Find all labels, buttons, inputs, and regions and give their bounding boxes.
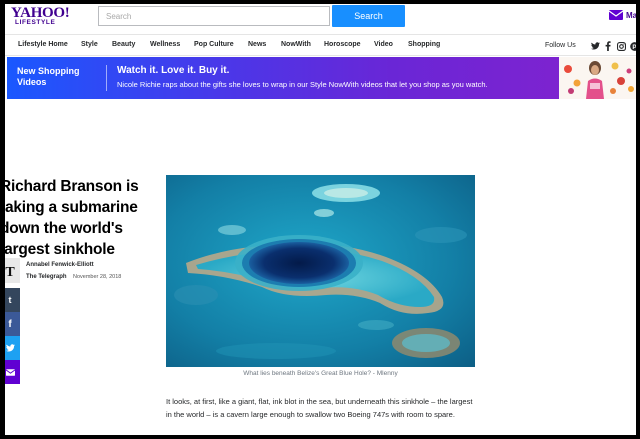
- yahoo-lifestyle-logo[interactable]: YAHOO! LIFESTYLE: [11, 6, 70, 27]
- promo-divider: [106, 65, 107, 91]
- main-nav: Lifestyle Home Style Beauty Wellness Pop…: [5, 34, 636, 56]
- byline: T Annabel Fenwick-Elliott The Telegraph …: [5, 258, 160, 284]
- shopping-videos-promo[interactable]: New Shopping Videos Watch it. Love it. B…: [7, 57, 559, 99]
- nav-item-nowwith[interactable]: NowWith: [281, 41, 311, 48]
- nav-item-horoscope[interactable]: Horoscope: [324, 41, 361, 48]
- search-input[interactable]: [98, 6, 330, 26]
- tumblr-icon: t: [8, 295, 12, 305]
- article-headline: Richard Branson is taking a submarine do…: [5, 178, 139, 258]
- page: YAHOO! LIFESTYLE Search Ma Lifestyle Hom…: [5, 4, 636, 435]
- photo-caption: What lies beneath Belize's Great Blue Ho…: [243, 370, 398, 377]
- mail-icon: [5, 368, 15, 376]
- promo-description: Nicole Richie raps about the gifts she l…: [117, 80, 488, 89]
- facebook-icon: f: [8, 318, 12, 330]
- nav-item-beauty[interactable]: Beauty: [112, 41, 135, 48]
- nav-item-lifestyle-home[interactable]: Lifestyle Home: [18, 41, 68, 48]
- mail-label: Ma: [626, 10, 636, 20]
- promo-label: New Shopping Videos: [17, 66, 80, 87]
- telegraph-logo-icon[interactable]: T: [5, 258, 20, 283]
- share-facebook-button[interactable]: f: [5, 312, 20, 336]
- nav-item-wellness[interactable]: Wellness: [150, 41, 180, 48]
- nav-item-pop-culture[interactable]: Pop Culture: [194, 41, 234, 48]
- twitter-icon: [5, 344, 15, 352]
- share-twitter-button[interactable]: [5, 336, 20, 360]
- nav-item-news[interactable]: News: [248, 41, 266, 48]
- author-name[interactable]: Annabel Fenwick-Elliott: [26, 262, 94, 268]
- promo-headline: Watch it. Love it. Buy it.: [117, 65, 230, 76]
- follow-us-label: Follow Us: [545, 42, 576, 49]
- svg-text:T: T: [5, 265, 15, 279]
- mail-link[interactable]: Ma: [609, 10, 636, 20]
- nav-item-style[interactable]: Style: [81, 41, 98, 48]
- facebook-icon[interactable]: [603, 41, 613, 51]
- article-body: It looks, at first, like a giant, flat, …: [166, 397, 473, 419]
- nav-item-shopping[interactable]: Shopping: [408, 41, 440, 48]
- envelope-icon: [609, 10, 623, 20]
- source-name[interactable]: The Telegraph: [26, 274, 67, 280]
- promo-thumbnail[interactable]: [559, 57, 636, 99]
- search-button[interactable]: Search: [332, 5, 405, 27]
- svg-text:P: P: [632, 43, 636, 50]
- share-tumblr-button[interactable]: t: [5, 288, 20, 312]
- pinterest-icon[interactable]: P: [629, 41, 636, 51]
- twitter-icon[interactable]: [590, 41, 600, 51]
- nav-item-video[interactable]: Video: [374, 41, 393, 48]
- publish-date: November 28, 2018: [73, 274, 122, 280]
- share-mail-button[interactable]: [5, 360, 20, 384]
- great-blue-hole-photo[interactable]: [166, 175, 475, 367]
- instagram-icon[interactable]: [616, 41, 626, 51]
